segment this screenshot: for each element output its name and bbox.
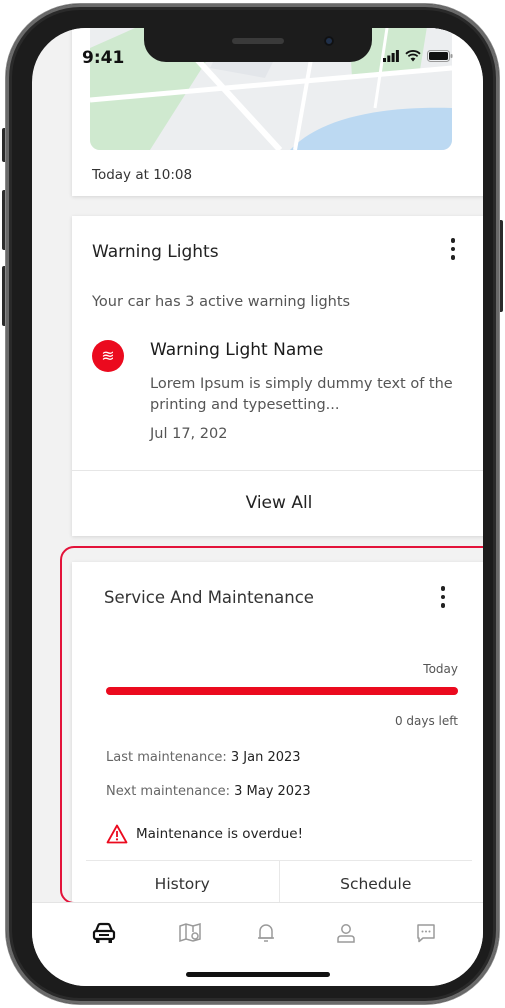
last-maintenance: Last maintenance: 3 Jan 2023	[106, 750, 301, 765]
status-icons	[383, 50, 453, 62]
more-vertical-icon[interactable]	[450, 238, 456, 260]
overdue-text: Maintenance is overdue!	[136, 826, 304, 842]
status-time: 9:41	[82, 48, 125, 68]
maintenance-progress-bar	[106, 687, 458, 695]
service-actions: History Schedule	[86, 860, 472, 903]
view-all-button[interactable]: View All	[72, 470, 483, 536]
car-icon[interactable]	[84, 915, 124, 951]
warning-lights-subtitle: Your car has 3 active warning lights	[92, 294, 351, 310]
bell-icon[interactable]	[246, 915, 286, 951]
map-icon[interactable]	[170, 915, 210, 951]
today-label: Today	[423, 662, 458, 676]
speaker	[232, 38, 284, 44]
next-maintenance-value: 3 May 2023	[234, 784, 311, 799]
more-vertical-icon[interactable]	[440, 586, 446, 608]
days-left: 0 days left	[394, 714, 458, 728]
notch	[144, 28, 372, 62]
schedule-button[interactable]: Schedule	[280, 861, 473, 903]
alert-triangle-icon	[106, 824, 128, 844]
battery-icon	[427, 50, 453, 62]
last-maintenance-label: Last maintenance:	[106, 750, 227, 765]
chat-icon[interactable]	[406, 915, 446, 951]
warning-light-date: Jul 17, 202	[150, 426, 228, 442]
warning-light-description: Lorem Ipsum is simply dummy text of the …	[150, 376, 453, 413]
next-maintenance: Next maintenance: 3 May 2023	[106, 784, 311, 799]
wifi-icon	[405, 50, 421, 62]
home-indicator	[186, 972, 330, 977]
phone-screen: 9:41 Today at 10:08 Warning Lights Your …	[32, 28, 483, 986]
history-button[interactable]: History	[86, 861, 280, 903]
location-timestamp: Today at 10:08	[92, 167, 193, 183]
service-maintenance-card: Service And Maintenance Today 0 days lef…	[72, 562, 483, 903]
warning-lights-card: Warning Lights Your car has 3 active war…	[72, 216, 483, 536]
warning-light-name[interactable]: Warning Light Name	[150, 340, 323, 360]
overdue-alert: Maintenance is overdue!	[106, 824, 303, 844]
front-camera	[324, 36, 334, 46]
profile-icon[interactable]	[326, 915, 366, 951]
signal-icon	[383, 50, 399, 62]
maintenance-progress-fill	[106, 687, 458, 695]
warning-light-icon: ≋	[92, 340, 124, 372]
phone-frame: 9:41 Today at 10:08 Warning Lights Your …	[6, 4, 499, 1004]
service-maintenance-content: Service And Maintenance Today 0 days lef…	[72, 562, 483, 903]
warning-lights-title: Warning Lights	[92, 242, 219, 262]
service-maintenance-title: Service And Maintenance	[104, 588, 314, 607]
last-maintenance-value: 3 Jan 2023	[230, 750, 301, 765]
next-maintenance-label: Next maintenance:	[106, 784, 230, 799]
